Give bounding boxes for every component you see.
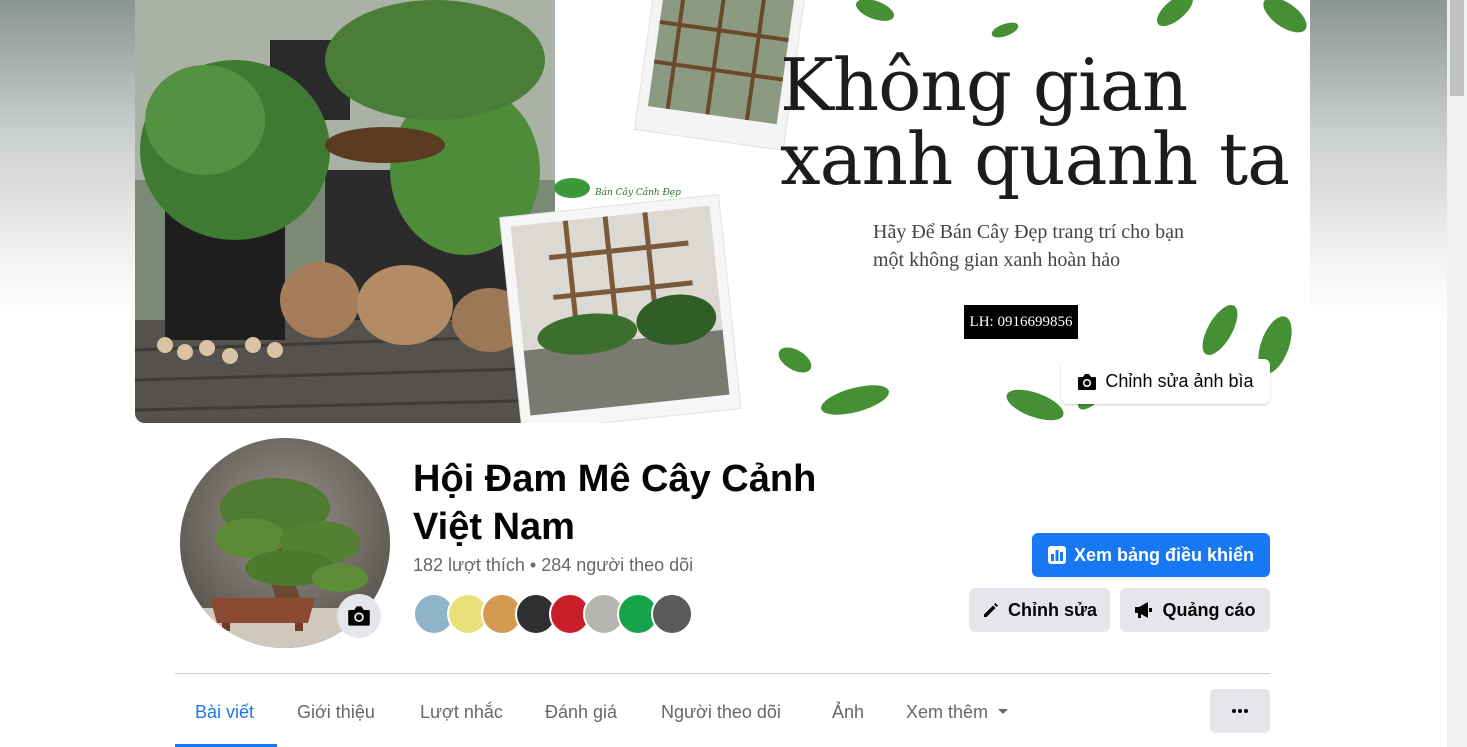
- page-title[interactable]: Hội Đam Mê Cây Cảnh Việt Nam: [413, 455, 893, 551]
- page-title-line1: Hội Đam Mê Cây Cảnh: [413, 458, 817, 500]
- cover-subtitle-line1: Hãy Để Bán Cây Đẹp trang trí cho bạn: [873, 221, 1185, 243]
- tab-label: Đánh giá: [545, 701, 618, 722]
- tab-label: Ảnh: [832, 701, 865, 722]
- edit-page-button[interactable]: Chỉnh sửa: [969, 588, 1110, 632]
- chart-icon: [1047, 546, 1066, 564]
- tab-label: Giới thiệu: [297, 701, 375, 722]
- tab-more[interactable]: Xem thêm: [906, 690, 1009, 734]
- svg-text:Bán Cây Cảnh Đẹp: Bán Cây Cảnh Đẹp: [594, 187, 681, 198]
- ellipsis-icon: [1232, 709, 1248, 713]
- camera-icon: [1078, 373, 1097, 390]
- cover-title-line2: xanh quanh ta: [780, 117, 1290, 201]
- page-stats[interactable]: 182 lượt thích • 284 người theo dõi: [413, 555, 693, 576]
- camera-icon: [348, 606, 370, 626]
- tab-posts[interactable]: Bài viết: [195, 690, 254, 734]
- edit-cover-label: Chỉnh sửa ảnh bìa: [1105, 371, 1254, 391]
- megaphone-icon: [1135, 602, 1153, 618]
- follower-avatar[interactable]: [651, 593, 693, 635]
- tab-followers[interactable]: Người theo dõi: [661, 690, 781, 734]
- pencil-icon: [983, 603, 998, 617]
- tab-label: Lượt nhắc: [420, 701, 503, 722]
- tab-label: Bài viết: [195, 701, 255, 722]
- caret-down-icon: [998, 709, 1009, 714]
- cover-photo[interactable]: Bán Cây Cảnh Đẹp Không gian xanh quanh t…: [135, 0, 1310, 423]
- tab-mentions[interactable]: Lượt nhắc: [420, 690, 503, 734]
- edit-cover-button[interactable]: Chỉnh sửa ảnh bìa: [1061, 359, 1270, 404]
- avatar-camera-button[interactable]: [337, 594, 381, 638]
- tab-about[interactable]: Giới thiệu: [297, 690, 375, 734]
- tab-label: Xem thêm: [906, 701, 989, 722]
- cover-phone: LH: 0916699856: [964, 305, 1078, 339]
- scrollbar-thumb[interactable]: [1450, 0, 1464, 96]
- more-options-button[interactable]: [1210, 689, 1270, 733]
- cover-title-line1: Không gian: [780, 43, 1188, 127]
- edit-page-label: Chỉnh sửa: [1007, 599, 1098, 620]
- scrollbar[interactable]: [1447, 0, 1467, 747]
- tab-label: Người theo dõi: [661, 701, 781, 722]
- cover-subtitle-line2: một không gian xanh hoàn hảo: [873, 249, 1121, 271]
- ads-button[interactable]: Quảng cáo: [1120, 588, 1270, 632]
- view-dashboard-label: Xem bảng điều khiển: [1073, 544, 1255, 565]
- cover-subtitle: Hãy Để Bán Cây Đẹp trang trí cho bạn một…: [873, 218, 1184, 274]
- ads-label: Quảng cáo: [1162, 599, 1256, 620]
- view-dashboard-button[interactable]: Xem bảng điều khiển: [1032, 533, 1270, 577]
- page-title-line2: Việt Nam: [413, 506, 575, 548]
- tab-reviews[interactable]: Đánh giá: [545, 690, 617, 734]
- cover-title: Không gian xanh quanh ta: [780, 43, 1290, 201]
- divider: [175, 673, 1270, 674]
- tab-photos[interactable]: Ảnh: [832, 690, 864, 734]
